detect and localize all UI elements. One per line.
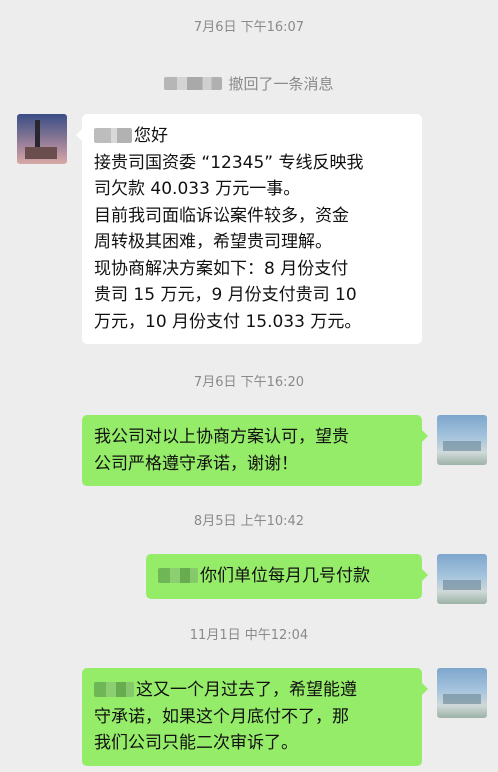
blurred-name bbox=[158, 568, 198, 583]
message-line: 万元，10 月份支付 15.033 万元。 bbox=[94, 311, 362, 332]
blurred-name bbox=[94, 682, 134, 697]
message-line: 周转极其困难，希望贵司理解。 bbox=[94, 232, 332, 252]
my-avatar[interactable] bbox=[437, 668, 487, 718]
message-bubble-incoming[interactable]: 您好 接贵司国资委 “12345” 专线反映我 司欠款 40.033 万元一事。… bbox=[76, 114, 422, 344]
my-avatar[interactable] bbox=[437, 554, 487, 604]
message-line: 贵司 15 万元，9 月份支付贵司 10 bbox=[94, 285, 357, 305]
contact-avatar[interactable] bbox=[17, 114, 67, 164]
message-line: 你们单位每月几号付款 bbox=[158, 563, 410, 590]
recall-notice: 撤回了一条消息 bbox=[0, 74, 498, 94]
timestamp: 7月6日 下午16:07 bbox=[193, 20, 305, 35]
message-line: 这又一个月过去了，希望能遵 bbox=[94, 677, 410, 704]
timestamp: 8月5日 上午10:42 bbox=[193, 514, 305, 529]
message-line: 现协商解决方案如下：8 月份支付 bbox=[94, 258, 349, 279]
recall-notice-text: 撤回了一条消息 bbox=[228, 75, 334, 93]
my-avatar[interactable] bbox=[437, 415, 487, 465]
timestamp: 7月6日 下午16:20 bbox=[193, 375, 305, 390]
message-line-text: 这又一个月过去了，希望能遵 bbox=[136, 680, 357, 700]
timestamp: 11月1日 中午12:04 bbox=[189, 628, 309, 643]
message-line: 我公司对以上协商方案认可，望贵 bbox=[94, 427, 349, 447]
message-line: 司欠款 40.033 万元一事。 bbox=[94, 179, 301, 199]
message-line-text: 你们单位每月几号付款 bbox=[200, 566, 370, 586]
blurred-contact-name bbox=[164, 77, 223, 90]
message-line: 守承诺，如果这个月底付不了，那 bbox=[94, 706, 349, 727]
blurred-name bbox=[94, 128, 132, 143]
message-bubble-outgoing[interactable]: 这又一个月过去了，希望能遵 守承诺，如果这个月底付不了，那 我们公司只能二次审诉… bbox=[82, 668, 428, 766]
message-line: 您好 bbox=[94, 123, 410, 150]
message-line: 我们公司只能二次审诉了。 bbox=[94, 733, 298, 753]
message-bubble-outgoing[interactable]: 你们单位每月几号付款 bbox=[146, 554, 428, 599]
message-line: 接贵司国资委 “12345” 专线反映我 bbox=[94, 152, 364, 173]
message-line: 目前我司面临诉讼案件较多，资金 bbox=[94, 205, 349, 226]
message-line: 公司严格遵守承诺，谢谢！ bbox=[94, 453, 298, 474]
message-line-text: 您好 bbox=[134, 126, 168, 146]
message-bubble-outgoing[interactable]: 我公司对以上协商方案认可，望贵 公司严格遵守承诺，谢谢！ bbox=[82, 415, 428, 486]
